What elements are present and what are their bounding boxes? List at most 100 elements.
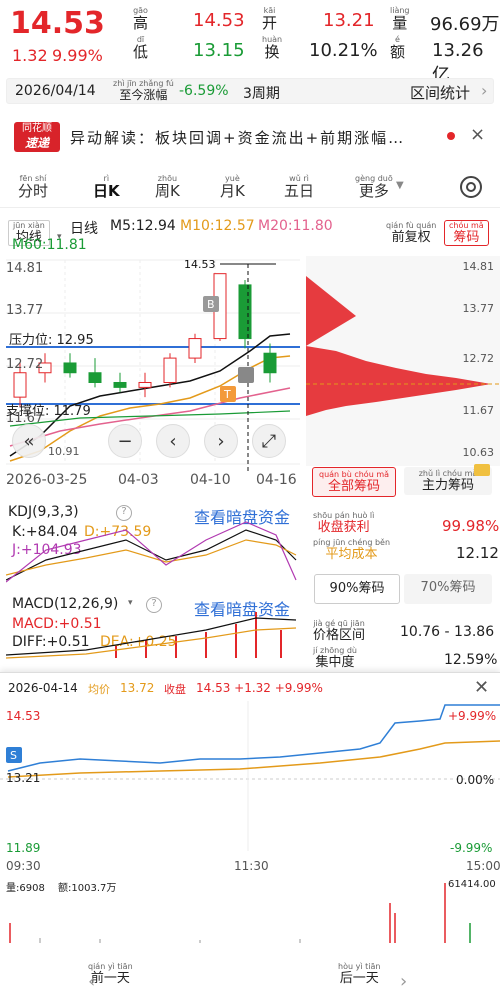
intraday-chart[interactable]: S	[0, 701, 500, 851]
chevron-right-icon: ›	[481, 81, 488, 100]
range-stat-bar[interactable]: 2026/04/14 zhì jīn zhǎng fú 至今涨幅 -6.59% 3…	[6, 78, 494, 104]
chip-90-button[interactable]: 90%筹码	[314, 574, 400, 604]
chevron-down-icon: ▼	[396, 180, 404, 191]
candle	[188, 338, 202, 359]
scroll-left-fast-button[interactable]: «	[12, 424, 46, 458]
intraday-volume-bars	[9, 883, 471, 943]
high-marker: 14.53	[184, 258, 216, 271]
y-label-1: 13.77	[6, 303, 43, 318]
ma20: M20:11.80	[258, 218, 333, 234]
price-range-label: jià gé qū jiān 价格区间	[313, 619, 366, 643]
chevron-right-icon: ›	[400, 971, 408, 992]
intraday-mid: 13.21	[6, 771, 41, 785]
volume-label: liàng 量	[390, 6, 410, 32]
candle	[13, 372, 27, 398]
tab-all-chips[interactable]: quán bù chóu mǎ 全部筹码	[312, 467, 396, 497]
price-range-value: 10.76 - 13.86	[400, 624, 495, 640]
zoom-out-button[interactable]: −	[108, 424, 142, 458]
candle	[163, 357, 177, 383]
ths-logo: 同花顺 速递	[14, 122, 60, 152]
scroll-left-button[interactable]: ‹	[156, 424, 190, 458]
date-3: 04-16	[256, 472, 297, 488]
tab-weekly-k[interactable]: zhōu 周K	[155, 175, 180, 199]
high-value: 14.53	[193, 10, 245, 31]
candle	[263, 352, 277, 374]
time-mid: 11:30	[234, 859, 269, 873]
svg-text:T: T	[223, 388, 231, 401]
y-label-0: 14.81	[6, 261, 43, 276]
tab-five-day[interactable]: wǔ rì 五日	[284, 175, 314, 199]
caret-down-icon: ▾	[128, 598, 133, 608]
range-period: 3周期	[243, 86, 280, 102]
close-icon[interactable]: ✕	[474, 677, 489, 698]
tab-fenshi[interactable]: fēn shí 分时	[18, 175, 48, 199]
scroll-right-button[interactable]: ›	[204, 424, 238, 458]
date-0: 2026-03-25	[6, 472, 88, 488]
next-day-button[interactable]: hòu yì tiān 后一天	[338, 963, 380, 986]
low-label: dī 低	[133, 35, 149, 61]
intraday-bot-pct: -9.99%	[450, 841, 493, 855]
date-2: 04-10	[190, 472, 231, 488]
macd-chart	[6, 612, 297, 659]
kdj-chart	[6, 521, 297, 583]
intraday-close: 14.53 +1.32 +9.99%	[196, 681, 323, 695]
chevron-left-icon: ‹	[88, 971, 96, 992]
lock-icon	[474, 464, 490, 476]
intraday-avg-label: 均价	[88, 683, 110, 696]
ma5: M5:12.94	[110, 218, 176, 234]
news-headline[interactable]: 异动解读：板块回调+资金流出+前期涨幅…	[70, 127, 405, 148]
unread-dot	[447, 132, 455, 140]
tab-more[interactable]: gèng duō 更多	[355, 175, 393, 199]
adjust-toggle[interactable]: qián fù quán 前复权	[386, 222, 436, 245]
price-change-pct: 9.99%	[52, 46, 103, 65]
intraday-avg: 13.72	[120, 681, 155, 695]
ma5-line	[9, 333, 291, 457]
svg-text:S: S	[10, 749, 17, 762]
intraday-top-pct: +9.99%	[448, 709, 497, 723]
avg-cost-label: píng jūn chéng běn 平均成本	[313, 538, 391, 562]
date-1: 04-03	[118, 472, 159, 488]
concentration-label: jí zhōng dù 集中度	[313, 646, 357, 670]
candle	[63, 362, 77, 374]
low-marker: 10.91	[48, 445, 80, 458]
tab-monthly-k[interactable]: yuè 月K	[220, 175, 245, 199]
range-pct: -6.59%	[179, 83, 229, 99]
candle	[88, 372, 102, 383]
volume-value: 96.69万	[430, 14, 500, 35]
tab-daily-k[interactable]: rì 日K	[93, 175, 120, 199]
s-signal-marker	[238, 367, 254, 383]
ma10: M10:12.57	[180, 218, 255, 234]
candle	[113, 381, 127, 388]
range-stat-button[interactable]: 区间统计	[410, 82, 470, 103]
low-value: 13.15	[193, 40, 245, 61]
chip-70-button[interactable]: 70%筹码	[404, 574, 492, 604]
avg-cost-value: 12.12	[456, 544, 499, 562]
profit-value: 99.98%	[442, 517, 500, 535]
help-icon[interactable]: ?	[116, 505, 132, 521]
kdj-label[interactable]: KDJ(9,3,3)	[8, 504, 79, 520]
turnover-value: 10.21%	[309, 40, 378, 61]
profit-label: shōu pán huò lì 收盘获利	[313, 511, 375, 535]
intraday-close-label: 收盘	[164, 683, 186, 696]
open-value: 13.21	[323, 10, 375, 31]
chip-toggle[interactable]: chóu mǎ 筹码	[444, 220, 489, 246]
settings-gear-icon[interactable]	[460, 176, 482, 198]
close-icon[interactable]: ×	[470, 124, 485, 145]
svg-text:B: B	[207, 298, 215, 311]
support-label: 支撑位: 11.79	[6, 404, 91, 419]
turnover-label: huàn 换	[262, 35, 283, 61]
time-end: 15:00	[466, 859, 500, 873]
candle	[238, 284, 252, 340]
intraday-date: 2026-04-14	[8, 681, 78, 695]
amount-label: é额	[390, 35, 406, 61]
resistance-label: 压力位: 12.95	[9, 333, 94, 348]
fullscreen-button[interactable]: ⤢	[252, 424, 286, 458]
intraday-bot: 11.89	[6, 841, 41, 855]
ma60: M60:11.81	[12, 237, 87, 253]
time-start: 09:30	[6, 859, 41, 873]
intraday-popup: 2026-04-14 均价 13.72 收盘 14.53 +1.32 +9.99…	[0, 672, 500, 992]
open-label: kāi 开	[262, 6, 278, 32]
ma-title: 日线	[70, 221, 98, 237]
last-price: 14.53	[10, 6, 105, 41]
concentration-value: 12.59%	[444, 652, 498, 668]
